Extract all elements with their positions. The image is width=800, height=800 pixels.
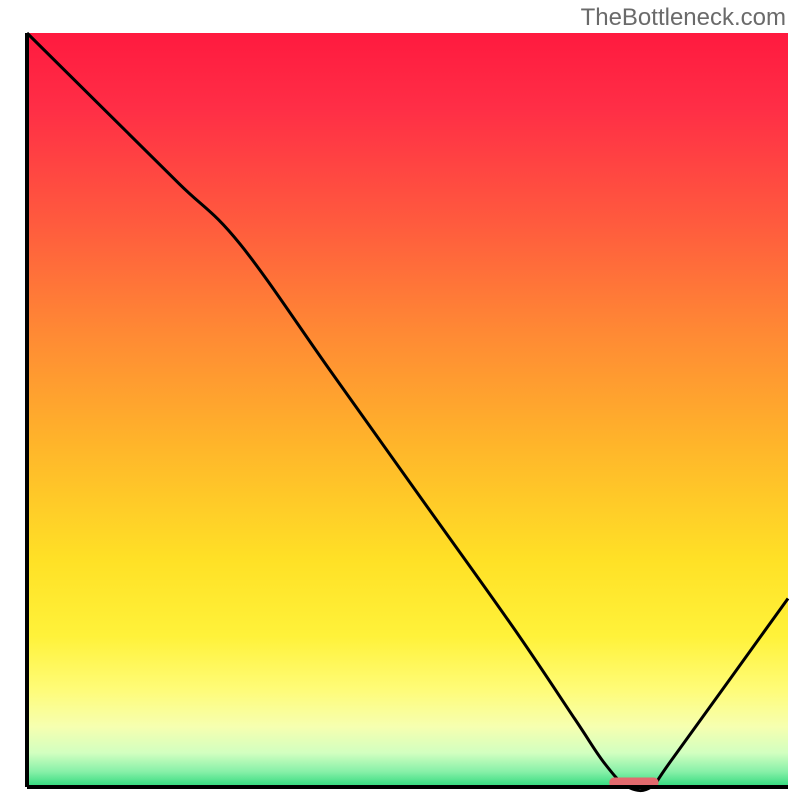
chart-container: TheBottleneck.com: [0, 0, 800, 800]
bottleneck-chart: [0, 0, 800, 800]
